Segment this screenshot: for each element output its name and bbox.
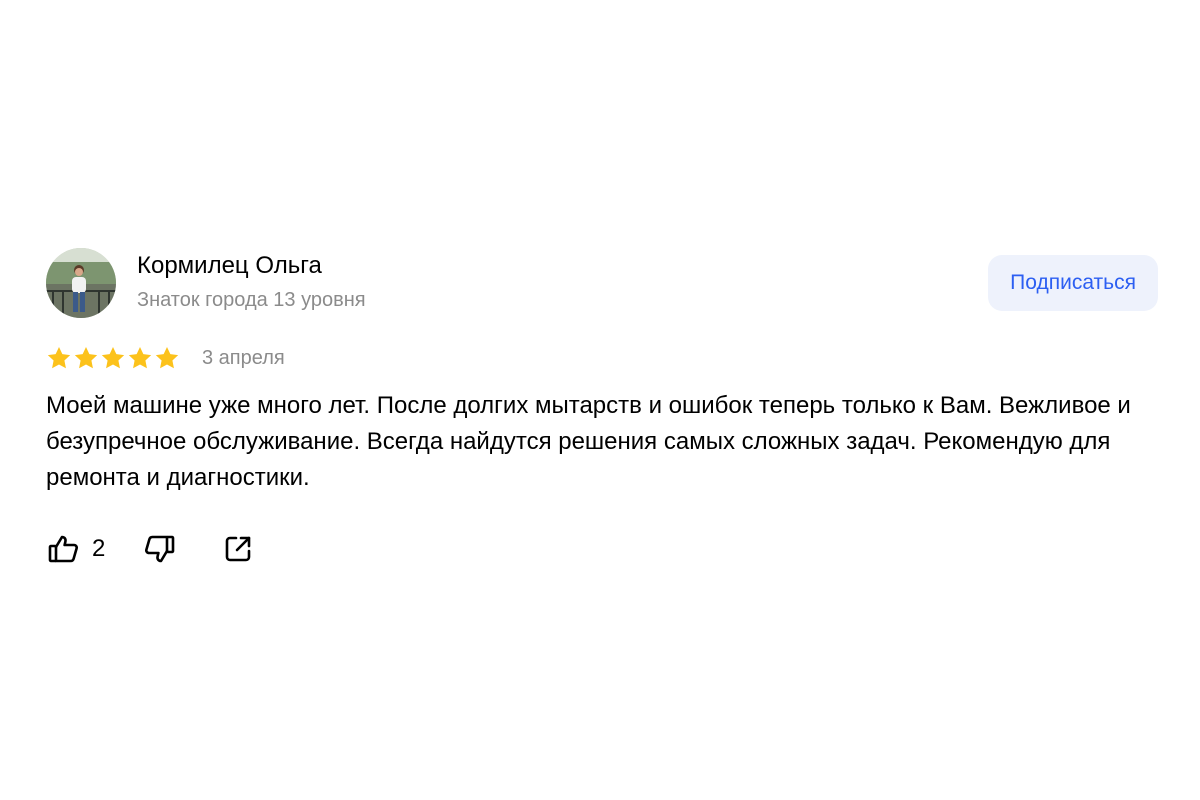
like-button[interactable]: 2: [46, 531, 105, 567]
dislike-button[interactable]: [141, 531, 177, 567]
review-actions: 2: [46, 529, 1158, 569]
star-icon: [127, 345, 153, 371]
share-button[interactable]: [221, 532, 255, 566]
star-icon: [73, 345, 99, 371]
share-icon: [221, 532, 255, 566]
thumb-down-icon: [141, 531, 177, 567]
review-card: Кормилец Ольга Знаток города 13 уровня П…: [46, 246, 1158, 569]
author-name[interactable]: Кормилец Ольга: [137, 252, 322, 280]
thumb-up-icon: [46, 531, 82, 567]
star-icon: [100, 345, 126, 371]
avatar[interactable]: [46, 248, 116, 318]
review-text: Моей машине уже много лет. После долгих …: [46, 392, 1131, 491]
subscribe-button[interactable]: Подписаться: [988, 255, 1158, 311]
star-icon: [46, 345, 72, 371]
review-meta: 3 апреля: [46, 343, 1158, 373]
rating-stars: [46, 345, 180, 371]
review-date: 3 апреля: [202, 346, 285, 369]
avatar-photo: [46, 248, 116, 318]
star-icon: [154, 345, 180, 371]
author-level: Знаток города 13 уровня: [137, 289, 366, 311]
review-header: Кормилец Ольга Знаток города 13 уровня П…: [46, 246, 1158, 320]
like-count: 2: [92, 535, 106, 562]
